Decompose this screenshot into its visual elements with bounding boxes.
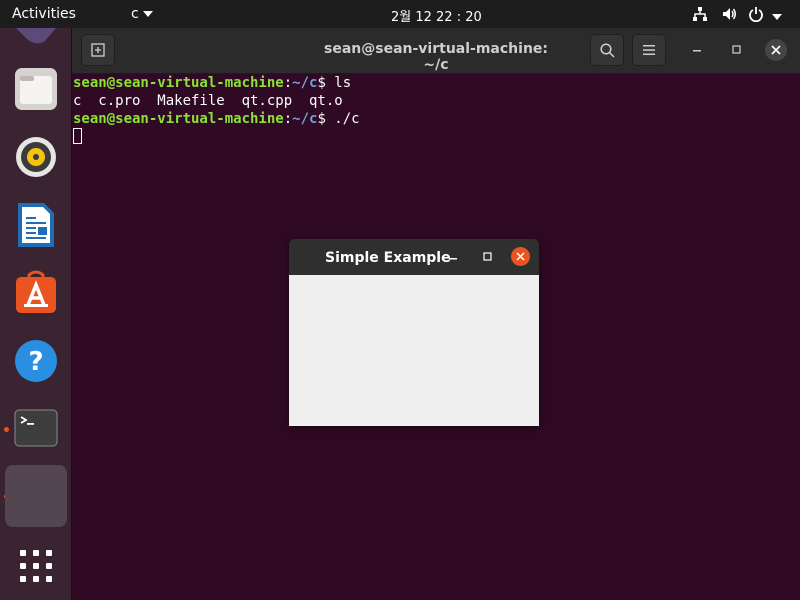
prompt-path: ~/c bbox=[292, 111, 318, 127]
new-tab-button[interactable] bbox=[81, 34, 115, 66]
dock-item-files[interactable] bbox=[5, 58, 67, 120]
terminal-line: sean@sean-virtual-machine:~/c$ ls bbox=[73, 74, 800, 92]
terminal-icon bbox=[14, 409, 58, 447]
dock-item-help[interactable]: ? bbox=[5, 330, 67, 392]
power-icon[interactable] bbox=[748, 6, 764, 26]
terminal-line: sean@sean-virtual-machine:~/c$ ./c bbox=[73, 110, 800, 128]
terminal-header-bar[interactable]: sean@sean-virtual-machine: ~/c bbox=[72, 28, 800, 74]
dialog-header-bar[interactable]: Simple Example bbox=[289, 239, 539, 275]
dock-item-terminal[interactable] bbox=[5, 398, 67, 460]
maximize-icon[interactable] bbox=[732, 45, 741, 54]
app-store-icon bbox=[16, 270, 56, 313]
clock[interactable]: 2월 12 22 : 20 bbox=[391, 6, 482, 25]
top-bar: Activities c 2월 12 22 : 20 bbox=[0, 0, 800, 28]
menu-button[interactable] bbox=[632, 34, 666, 66]
simple-example-window[interactable]: Simple Example bbox=[289, 239, 539, 426]
close-button[interactable] bbox=[765, 39, 787, 61]
terminal-line: c c.pro Makefile qt.cpp qt.o bbox=[73, 92, 800, 110]
minimize-icon[interactable] bbox=[693, 50, 701, 52]
text-cursor bbox=[73, 128, 82, 144]
grid-icon[interactable] bbox=[20, 550, 52, 582]
close-icon bbox=[771, 45, 781, 55]
speaker-icon bbox=[16, 137, 56, 177]
terminal-line bbox=[73, 128, 800, 146]
dialog-title: Simple Example bbox=[325, 250, 451, 266]
search-icon bbox=[600, 43, 615, 58]
document-icon bbox=[18, 203, 54, 247]
activities-button[interactable]: Activities bbox=[12, 6, 76, 22]
dock-item-writer[interactable] bbox=[5, 194, 67, 256]
dock-item-simple-example[interactable] bbox=[5, 465, 67, 527]
app-menu-button[interactable]: c bbox=[131, 6, 139, 22]
prompt-user: sean@sean-virtual-machine bbox=[73, 111, 284, 127]
close-icon bbox=[516, 252, 525, 261]
close-button[interactable] bbox=[511, 247, 530, 266]
prompt-separator: : bbox=[283, 111, 293, 127]
app-menu-caret-icon[interactable] bbox=[143, 11, 153, 17]
dock: ? bbox=[0, 28, 71, 600]
maximize-icon[interactable] bbox=[483, 252, 492, 261]
minimize-icon[interactable] bbox=[449, 258, 457, 260]
dialog-content-area[interactable] bbox=[289, 275, 539, 426]
dock-item-software[interactable] bbox=[5, 262, 67, 324]
svg-text:?: ? bbox=[28, 347, 43, 377]
command-text: $ ./c bbox=[317, 111, 360, 127]
terminal-title: sean@sean-virtual-machine: ~/c bbox=[324, 41, 548, 73]
partial-app-icon[interactable] bbox=[16, 28, 56, 44]
volume-icon[interactable] bbox=[721, 6, 737, 26]
network-icon[interactable] bbox=[692, 6, 708, 26]
new-tab-icon bbox=[91, 43, 105, 57]
hamburger-icon bbox=[643, 45, 655, 55]
command-text: $ ls bbox=[317, 75, 352, 91]
prompt-user: sean@sean-virtual-machine bbox=[73, 75, 284, 91]
system-menu-chevron-down-icon[interactable] bbox=[772, 10, 782, 26]
help-icon: ? bbox=[15, 340, 57, 382]
dock-item-rhythmbox[interactable] bbox=[5, 126, 67, 188]
folder-icon bbox=[15, 68, 57, 110]
prompt-path: ~/c bbox=[292, 75, 318, 91]
search-button[interactable] bbox=[590, 34, 624, 66]
prompt-separator: : bbox=[283, 75, 293, 91]
command-output: c c.pro Makefile qt.cpp qt.o bbox=[73, 93, 343, 109]
